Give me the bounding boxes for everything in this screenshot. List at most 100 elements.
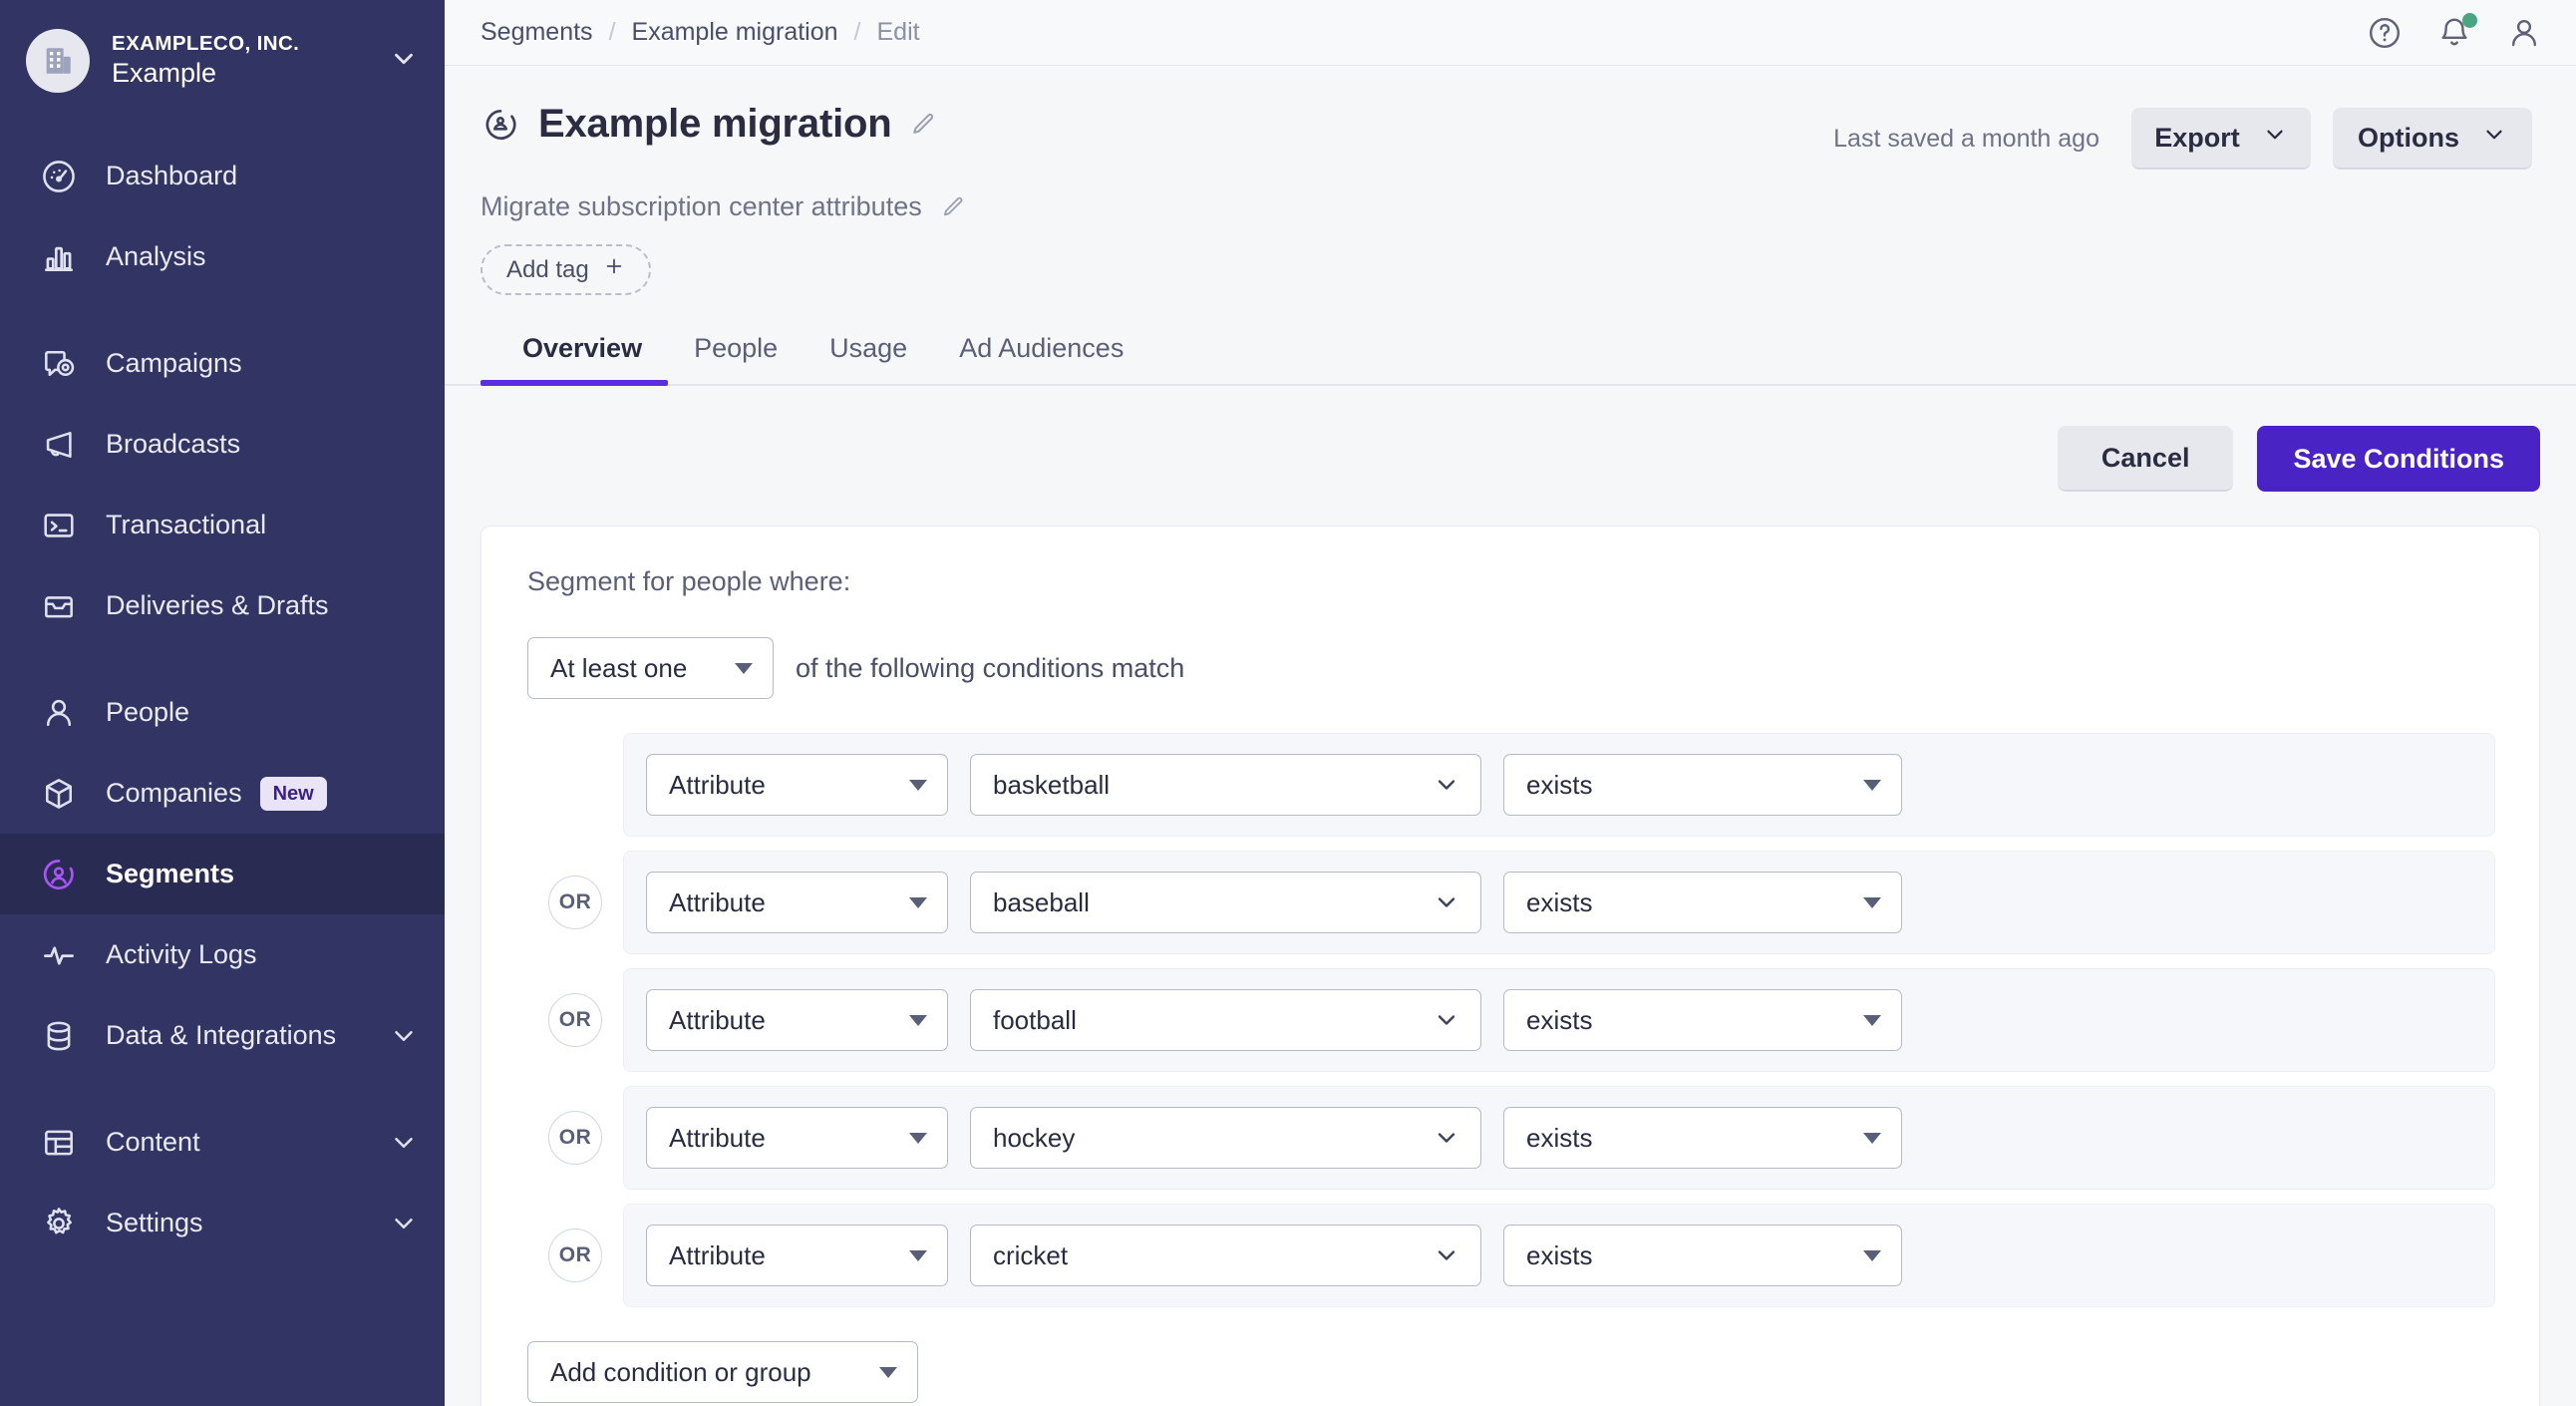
title-row: Example migration Last saved a month ago… <box>481 102 2532 170</box>
or-slot: OR <box>527 993 623 1047</box>
tab-ad-audiences[interactable]: Ad Audiences <box>933 333 1149 384</box>
pencil-icon[interactable] <box>940 194 966 220</box>
add-condition-or-group-button[interactable]: Add condition or group <box>527 1341 918 1403</box>
chevron-down-icon <box>883 1014 927 1026</box>
condition-kind-select[interactable]: Attribute <box>646 872 948 933</box>
condition-attribute-value: football <box>993 1004 1077 1035</box>
sidebar-item-activity-logs[interactable]: Activity Logs <box>0 914 445 995</box>
chevron-down-icon <box>1837 1014 1881 1026</box>
condition-operator-select[interactable]: exists <box>1503 989 1902 1051</box>
sidebar-item-people[interactable]: People <box>0 672 445 753</box>
condition-attribute-select[interactable]: basketball <box>970 754 1481 816</box>
status-badge: New <box>259 776 327 811</box>
sidebar-item-content[interactable]: Content <box>0 1102 445 1183</box>
add-tag-label: Add tag <box>506 255 589 283</box>
condition-kind-select[interactable]: Attribute <box>646 1225 948 1286</box>
condition-kind-select[interactable]: Attribute <box>646 1107 948 1169</box>
sidebar-item-campaigns[interactable]: Campaigns <box>0 323 445 404</box>
chevron-down-icon <box>1407 1006 1460 1034</box>
condition-attribute-select[interactable]: cricket <box>970 1225 1481 1286</box>
chevron-down-icon <box>883 896 927 908</box>
condition-operator-value: exists <box>1526 1122 1593 1153</box>
condition-operator-select[interactable]: exists <box>1503 872 1902 933</box>
tab-label: Usage <box>829 333 908 363</box>
tab-label: People <box>694 333 779 363</box>
sidebar-item-settings[interactable]: Settings <box>0 1183 445 1263</box>
export-button[interactable]: Export <box>2131 108 2311 170</box>
database-icon <box>38 1015 80 1057</box>
title-left: Example migration <box>481 102 937 147</box>
condition-kind-select[interactable]: Attribute <box>646 754 948 816</box>
condition-operator-select[interactable]: exists <box>1503 1225 1902 1286</box>
condition-kind-value: Attribute <box>669 769 766 800</box>
or-slot: OR <box>527 1111 623 1165</box>
sidebar-item-dashboard[interactable]: Dashboard <box>0 136 445 216</box>
condition-attribute-select[interactable]: baseball <box>970 872 1481 933</box>
export-label: Export <box>2154 122 2240 153</box>
condition-attribute-value: cricket <box>993 1239 1069 1270</box>
segment-builder-card: Segment for people where: At least one o… <box>481 526 2540 1406</box>
chevron-down-icon <box>883 1132 927 1144</box>
nav-group-3: People Companies New Segments Activity L… <box>0 672 445 1102</box>
sidebar-item-broadcasts[interactable]: Broadcasts <box>0 404 445 485</box>
add-tag-button[interactable]: Add tag <box>481 244 651 295</box>
condition-row: OR Attribute cricket exists <box>527 1204 2495 1307</box>
sidebar-item-transactional[interactable]: Transactional <box>0 485 445 565</box>
sidebar-item-label: Content <box>106 1127 200 1157</box>
tab-overview[interactable]: Overview <box>481 333 669 386</box>
breadcrumb-item-example-migration[interactable]: Example migration <box>632 18 838 47</box>
condition-box: Attribute football exists <box>623 968 2495 1072</box>
condition-list: Attribute basketball exists OR Attribute… <box>527 733 2495 1307</box>
gear-icon <box>38 1203 80 1244</box>
segment-circle-icon <box>481 105 520 145</box>
building-icon <box>26 29 90 93</box>
options-button[interactable]: Options <box>2333 108 2532 170</box>
header-actions: Last saved a month ago Export Options <box>1833 102 2532 170</box>
match-type-select[interactable]: At least one <box>527 637 774 699</box>
subtitle-row: Migrate subscription center attributes <box>481 191 2532 222</box>
condition-kind-value: Attribute <box>669 1004 766 1035</box>
tag-row: Add tag <box>481 244 2532 295</box>
tab-usage[interactable]: Usage <box>804 333 933 384</box>
cancel-button[interactable]: Cancel <box>2057 426 2234 492</box>
nav-group-2: Campaigns Broadcasts Transactional Deliv… <box>0 323 445 672</box>
tab-label: Overview <box>522 333 643 363</box>
org-name: Example <box>112 58 217 89</box>
nav-group-1: Dashboard Analysis <box>0 136 445 323</box>
main-area: Segments / Example migration / Edit Exam… <box>445 0 2576 1406</box>
user-avatar-icon[interactable] <box>2506 15 2542 51</box>
sidebar-item-analysis[interactable]: Analysis <box>0 216 445 297</box>
chevron-down-icon[interactable] <box>389 1021 419 1051</box>
condition-box: Attribute cricket exists <box>623 1204 2495 1307</box>
chevron-down-icon <box>883 1249 927 1261</box>
sidebar-item-data-integrations[interactable]: Data & Integrations <box>0 995 445 1076</box>
condition-operator-value: exists <box>1526 1239 1593 1270</box>
tab-label: Ad Audiences <box>959 333 1125 363</box>
chevron-down-icon[interactable] <box>389 1128 419 1158</box>
sidebar-item-label: Activity Logs <box>106 939 257 969</box>
chevron-down-icon[interactable] <box>389 44 419 79</box>
breadcrumb-item-segments[interactable]: Segments <box>481 18 593 47</box>
org-text: EXAMPLECO, INC. Example <box>112 31 379 92</box>
help-circle-icon[interactable] <box>2367 15 2403 51</box>
sidebar-item-companies[interactable]: Companies New <box>0 753 445 834</box>
condition-operator-select[interactable]: exists <box>1503 754 1902 816</box>
bell-icon[interactable] <box>2436 12 2477 51</box>
sidebar-item-segments[interactable]: Segments <box>0 834 445 914</box>
sidebar-item-deliveries-drafts[interactable]: Deliveries & Drafts <box>0 565 445 646</box>
or-badge: OR <box>548 1111 602 1165</box>
sidebar-item-label: Campaigns <box>106 348 242 378</box>
condition-operator-select[interactable]: exists <box>1503 1107 1902 1169</box>
tab-people[interactable]: People <box>668 333 804 384</box>
save-conditions-button[interactable]: Save Conditions <box>2257 426 2540 492</box>
org-switcher[interactable]: EXAMPLECO, INC. Example <box>0 0 445 122</box>
notification-dot <box>2462 12 2477 28</box>
pencil-icon[interactable] <box>909 111 937 139</box>
condition-kind-select[interactable]: Attribute <box>646 989 948 1051</box>
condition-attribute-select[interactable]: football <box>970 989 1481 1051</box>
condition-attribute-select[interactable]: hockey <box>970 1107 1481 1169</box>
or-badge: OR <box>548 876 602 929</box>
condition-row: Attribute basketball exists <box>527 733 2495 837</box>
chevron-down-icon[interactable] <box>389 1209 419 1238</box>
breadcrumb: Segments / Example migration / Edit <box>481 18 920 47</box>
